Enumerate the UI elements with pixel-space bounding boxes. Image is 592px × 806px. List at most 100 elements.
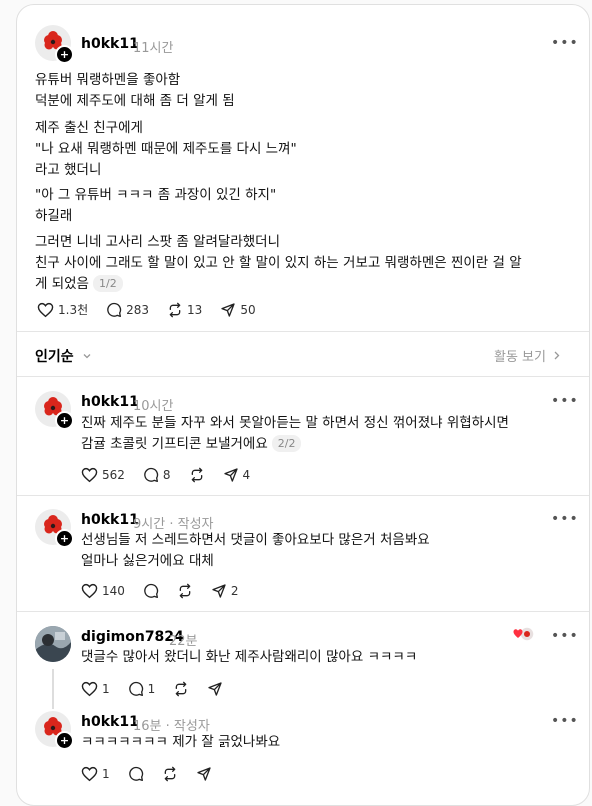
post-paragraph: "아 그 유튜버 ㅋㅋㅋ 좀 과장이 있긴 하지" 하길래 <box>35 187 277 224</box>
follow-plus-icon[interactable]: + <box>55 411 74 430</box>
username[interactable]: h0kk11 <box>81 394 139 410</box>
username[interactable]: h0kk11 <box>81 36 139 52</box>
share-button[interactable] <box>207 681 223 697</box>
activity-link[interactable]: 활동 보기 <box>494 346 561 365</box>
avatar[interactable]: + <box>35 391 74 430</box>
like-count: 1 <box>102 767 110 781</box>
like-count: 1.3천 <box>58 303 89 317</box>
divider <box>17 611 589 612</box>
reply-actions: 1 <box>81 766 230 782</box>
divider <box>17 495 589 496</box>
follow-plus-icon[interactable]: + <box>55 529 74 548</box>
photo-avatar-icon <box>35 626 71 662</box>
share-icon <box>221 302 235 317</box>
thread-pager: 2/2 <box>271 435 302 452</box>
reply-actions: 1 1 <box>81 681 241 697</box>
post-paragraph: 유튜버 뭐랭하멘을 좋아함 덕분에 제주도에 대해 좀 더 알게 됨 <box>35 72 235 109</box>
like-count: 562 <box>102 468 125 482</box>
heart-icon <box>81 583 98 599</box>
follow-plus-icon[interactable]: + <box>55 45 74 64</box>
more-icon[interactable]: ••• <box>551 628 579 644</box>
share-icon <box>212 584 226 598</box>
comment-icon <box>144 467 159 482</box>
feed-card: + h0kk11 11시간 ••• 유튜버 뭐랭하멘을 좋아함 덕분에 제주도에… <box>16 4 590 806</box>
comment-icon <box>144 583 159 598</box>
comment-button[interactable]: 283 <box>106 302 149 318</box>
like-button[interactable]: 1 <box>81 681 110 697</box>
repost-button[interactable]: 13 <box>167 302 202 318</box>
more-icon[interactable]: ••• <box>551 511 579 527</box>
reply-text-block: 진짜 제주도 분들 자꾸 와서 못알아듣는 말 하면서 정신 꺾어졌냐 위협하시… <box>81 413 581 455</box>
comment-count: 8 <box>162 468 171 482</box>
thread-pager: 1/2 <box>92 275 123 292</box>
username[interactable]: h0kk11 <box>81 512 139 528</box>
comment-icon <box>128 681 143 696</box>
sort-label: 인기순 <box>35 349 74 365</box>
author-liked-icon <box>513 626 535 642</box>
heart-icon <box>81 467 98 483</box>
reply-text: 선생님들 저 스레드하면서 댓글이 좋아요보다 많은거 처음봐요 얼마나 싫은거… <box>81 532 430 569</box>
repost-icon <box>169 302 181 317</box>
comment-count: 283 <box>126 302 150 317</box>
repost-button[interactable] <box>162 766 178 782</box>
share-button[interactable]: 50 <box>220 302 256 318</box>
share-icon <box>223 468 238 482</box>
comment-button[interactable] <box>128 766 144 782</box>
like-button[interactable]: 562 <box>81 467 125 483</box>
activity-label: 활동 보기 <box>494 350 546 365</box>
post-paragraph: 제주 출신 친구에게 "나 요새 뭐랭하멘 때문에 제주도를 다시 느껴" 라고… <box>35 120 297 178</box>
comment-icon <box>107 302 122 317</box>
chevron-down-icon <box>83 354 90 359</box>
thread-line <box>52 669 54 709</box>
comment-count: 1 <box>147 682 156 696</box>
follow-plus-icon[interactable]: + <box>55 731 74 750</box>
like-button[interactable]: 1.3천 <box>37 301 88 318</box>
share-count: 4 <box>242 468 251 482</box>
reply-text: ㅋㅋㅋㅋㅋㅋㅋ 제가 잘 긁었나봐요 <box>81 734 281 750</box>
repost-count: 13 <box>187 302 203 317</box>
repost-icon <box>191 467 202 483</box>
reply-text: 댓글수 많아서 왔더니 화난 제주사람왜리이 많아요 ㅋㅋㅋㅋ <box>81 649 418 665</box>
timestamp[interactable]: 11시간 <box>133 37 173 56</box>
divider <box>17 331 589 332</box>
heart-icon <box>81 766 98 782</box>
comment-button[interactable] <box>143 583 159 599</box>
reply-actions: 140 2 <box>81 583 257 599</box>
post-paragraph-last: 그러면 니네 고사리 스팟 좀 알려달라했더니 친구 사이에 그래도 할 말이 … <box>35 232 580 295</box>
share-icon <box>196 767 211 781</box>
share-button[interactable]: 2 <box>211 583 239 599</box>
username[interactable]: h0kk11 <box>81 714 139 730</box>
comment-button[interactable]: 1 <box>128 681 156 697</box>
divider <box>17 376 589 377</box>
avatar[interactable]: + <box>35 509 74 548</box>
share-count: 50 <box>240 302 256 317</box>
more-icon[interactable]: ••• <box>551 35 579 51</box>
more-icon[interactable]: ••• <box>551 393 579 409</box>
repost-icon <box>179 583 191 599</box>
heart-icon <box>37 302 54 317</box>
share-button[interactable]: 4 <box>223 467 251 483</box>
repost-icon <box>175 681 187 697</box>
share-button[interactable] <box>196 766 212 782</box>
avatar[interactable]: + <box>35 25 74 64</box>
repost-button[interactable] <box>189 467 205 483</box>
repost-button[interactable] <box>173 681 189 697</box>
timestamp[interactable]: 10시간 <box>133 395 173 414</box>
share-icon <box>208 682 222 696</box>
sort-dropdown[interactable]: 인기순 <box>35 346 92 366</box>
like-count: 140 <box>102 584 125 598</box>
like-count: 1 <box>102 682 110 696</box>
heart-icon <box>81 681 98 697</box>
share-count: 2 <box>230 584 239 598</box>
more-icon[interactable]: ••• <box>551 713 579 729</box>
repost-icon <box>164 766 175 782</box>
post-actions: 1.3천 283 13 50 <box>37 301 274 318</box>
repost-button[interactable] <box>177 583 193 599</box>
avatar[interactable]: + <box>35 711 74 750</box>
reply-actions: 562 8 4 <box>81 467 268 483</box>
like-button[interactable]: 1 <box>81 766 110 782</box>
like-button[interactable]: 140 <box>81 583 125 599</box>
avatar[interactable] <box>35 626 71 662</box>
comment-button[interactable]: 8 <box>143 467 171 483</box>
chevron-right-icon <box>554 351 560 360</box>
